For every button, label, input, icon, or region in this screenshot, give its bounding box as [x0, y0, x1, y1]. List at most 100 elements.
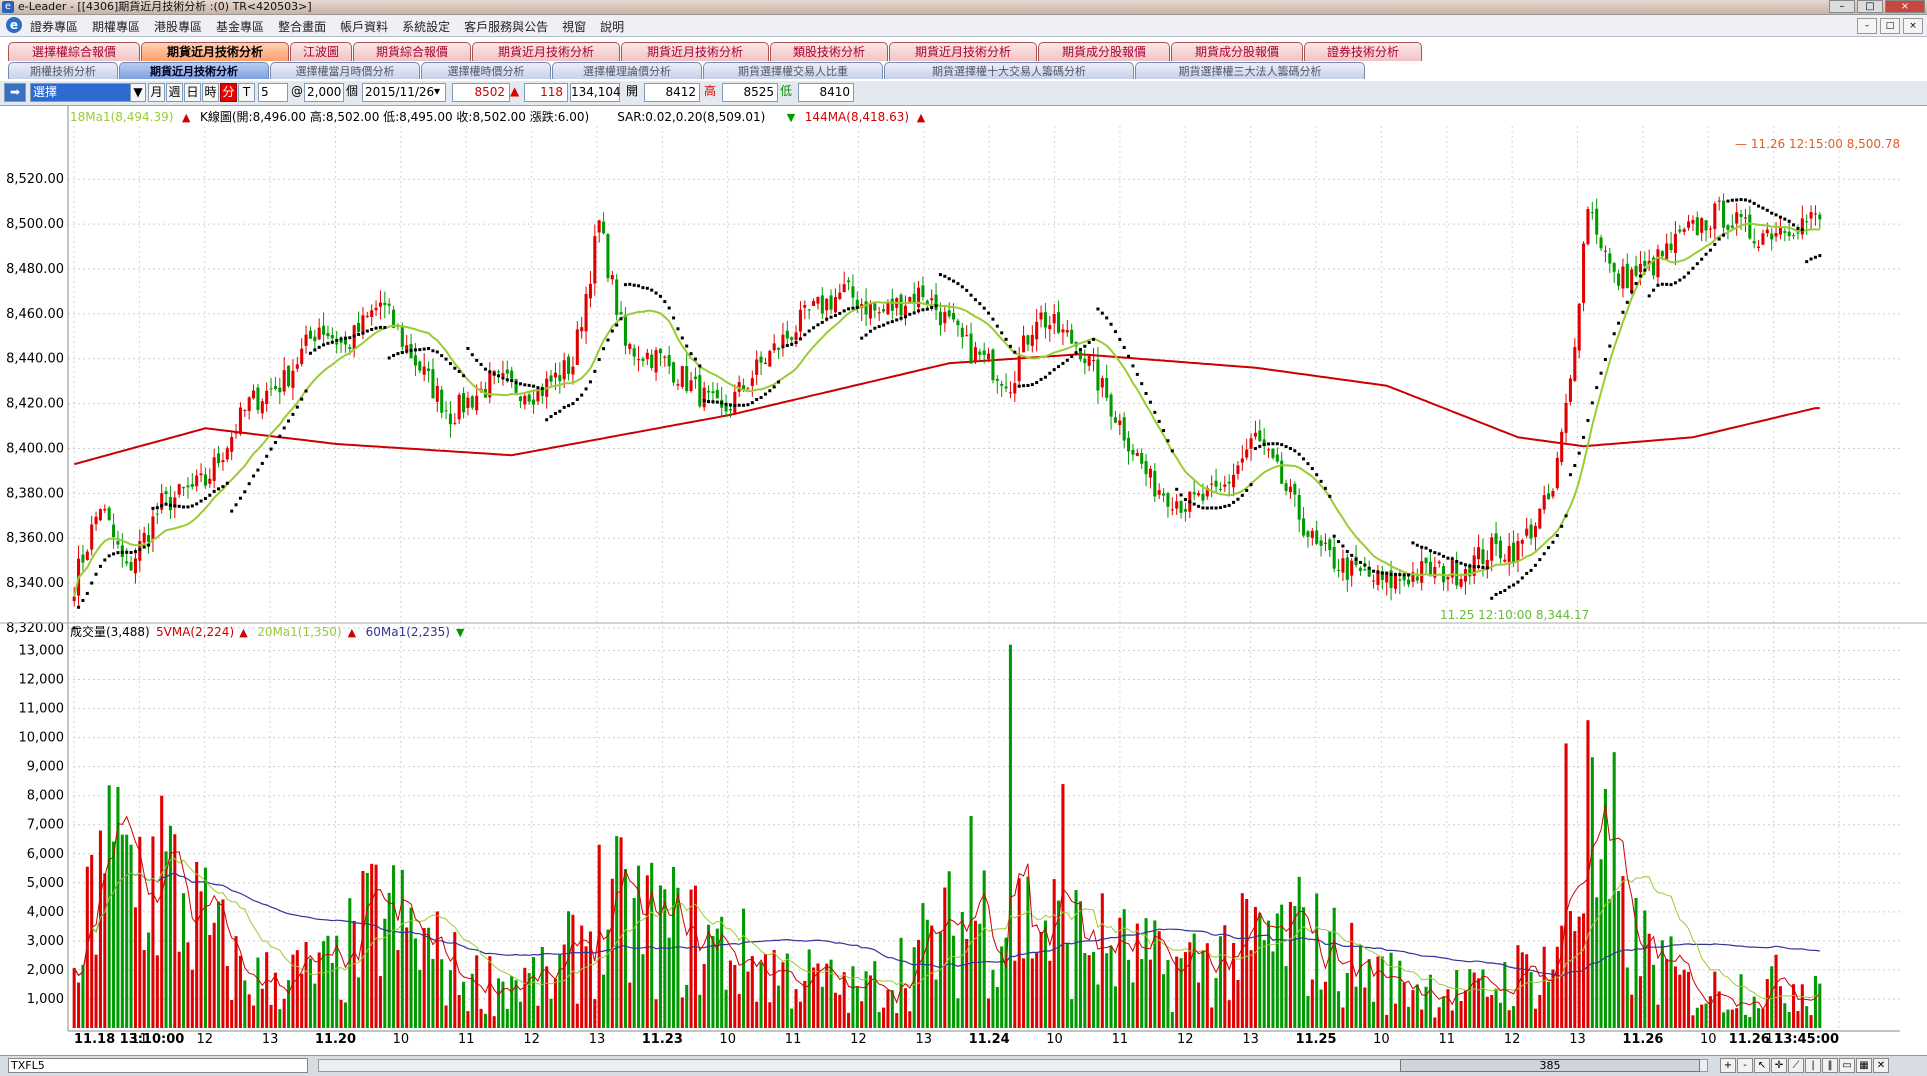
volume-bar [230, 1000, 234, 1028]
sar-dot [164, 502, 168, 506]
menu-item-help[interactable]: 說明 [600, 18, 624, 35]
mdi-restore-button[interactable]: □ [1880, 18, 1900, 34]
mdi-close-button[interactable]: × [1903, 18, 1923, 34]
delete-tool-icon[interactable]: ✕ [1873, 1058, 1889, 1073]
tab-components-quotes-2[interactable]: 期貨成分股報價 [1171, 42, 1303, 61]
chevron-down-icon[interactable]: ▼ [130, 83, 146, 102]
candle-body [698, 375, 702, 407]
menu-item-service[interactable]: 客戶服務與公告 [464, 18, 548, 35]
date-dropdown-icon[interactable]: ▾ [434, 83, 444, 102]
volume-bar [584, 946, 588, 1028]
tab-futures-tech-active[interactable]: 期貨近月技術分析 [141, 42, 289, 61]
technical-chart[interactable]: 8,520.00 8,500.00 8,480.00 8,460.00 8,440.00… [0, 106, 1927, 1047]
close-button[interactable]: × [1885, 0, 1925, 13]
volume-bar [1293, 906, 1297, 1028]
candle-body [820, 295, 824, 314]
volume-bar [1805, 1006, 1809, 1028]
volume-bar [1603, 788, 1607, 1028]
volume-bar [1796, 1011, 1800, 1028]
tab-options-theory[interactable]: 選擇權理論價分析 [552, 62, 702, 79]
symbol-tab[interactable]: TXFL5 [8, 1058, 308, 1073]
symbol-select[interactable]: 選擇 [30, 83, 146, 102]
cursor-tool-icon[interactable]: ↖ [1754, 1058, 1770, 1073]
volume-bar [838, 994, 842, 1028]
tab-options-quotes[interactable]: 選擇權綜合報價 [8, 42, 140, 61]
period-tick[interactable]: T [238, 83, 255, 102]
sar-dot [287, 419, 291, 423]
tab-options-time-analysis[interactable]: 選擇權時價分析 [421, 62, 551, 79]
tab-trader-ratio[interactable]: 期貨選擇權交易人比重 [703, 62, 883, 79]
volume-bar [1179, 958, 1183, 1028]
volume-bar [418, 969, 422, 1028]
tab-options-tech[interactable]: 期權技術分析 [8, 62, 118, 79]
candle-body [1564, 402, 1568, 433]
zoom-in-button[interactable]: + [1720, 1058, 1736, 1073]
menu-item-integrated-view[interactable]: 整合畫面 [278, 18, 326, 35]
sar-dot [1017, 384, 1021, 388]
menu-item-window[interactable]: 視窗 [562, 18, 586, 35]
volume-bar [523, 967, 527, 1028]
trendline-tool-icon[interactable]: ⟋ [1788, 1058, 1804, 1073]
period-month[interactable]: 月 [148, 83, 165, 102]
rect-tool-icon[interactable]: ▭ [1839, 1058, 1855, 1073]
menu-item-securities[interactable]: 證券專區 [30, 18, 78, 35]
period-hour[interactable]: 時 [202, 83, 219, 102]
candle-body [453, 422, 457, 424]
menu-item-hk-stocks[interactable]: 港股專區 [154, 18, 202, 35]
count-input[interactable]: 2,000 [304, 83, 344, 102]
volume-bar [562, 944, 566, 1028]
volume-bar [1717, 991, 1721, 1028]
menu-item-futures-options[interactable]: 期權專區 [92, 18, 140, 35]
chart-area[interactable]: 8,520.00 8,500.00 8,480.00 8,460.00 8,440.00… [0, 106, 1927, 1047]
zoom-out-button[interactable]: - [1737, 1058, 1753, 1073]
menu-item-funds[interactable]: 基金專區 [216, 18, 264, 35]
sar-dot [1354, 557, 1358, 561]
grid-tool-icon[interactable]: ▦ [1856, 1058, 1872, 1073]
tab-institutional[interactable]: 期貨選擇權三大法人籌碼分析 [1135, 62, 1365, 79]
arrow-right-icon[interactable]: ➡ [4, 83, 26, 102]
candle-body [549, 375, 553, 382]
tab-futures-tech-4[interactable]: 期貨近月技術分析 [889, 42, 1037, 61]
volume-bar [1372, 1001, 1376, 1028]
volume-legend: 成交量(3,488) 5VMA(2,224) ▲ 20Ma1(1,350) ▲ 60Ma1… [70, 624, 465, 639]
mdi-minimize-button[interactable]: – [1857, 18, 1877, 34]
volume-bar [930, 925, 934, 1028]
tab-futures-tech-secondary[interactable]: 期貨近月技術分析 [119, 62, 269, 79]
tab-securities-tech[interactable]: 證券技術分析 [1304, 42, 1422, 61]
tab-futures-tech-2[interactable]: 期貨近月技術分析 [472, 42, 620, 61]
volume-bar [737, 994, 741, 1028]
period-day[interactable]: 日 [184, 83, 201, 102]
period-week[interactable]: 週 [166, 83, 183, 102]
tab-top10-traders[interactable]: 期貨選擇權十大交易人籌碼分析 [884, 62, 1134, 79]
tab-sector-tech[interactable]: 類股技術分析 [770, 42, 888, 61]
candle-body [523, 395, 527, 405]
candle-body [1245, 449, 1249, 458]
volume-bar [1735, 1008, 1739, 1028]
period-minute[interactable]: 分 [220, 83, 237, 102]
tab-options-timeprice[interactable]: 選擇權當月時價分析 [270, 62, 420, 79]
sar-dot [1153, 410, 1157, 414]
tab-jiangbo[interactable]: 江波圖 [290, 42, 352, 61]
volume-bar [593, 999, 597, 1028]
sar-dot [1735, 198, 1739, 202]
sar-dot [243, 490, 247, 494]
sar-dot [1700, 257, 1704, 261]
scrollbar-thumb[interactable]: 385 [1400, 1059, 1700, 1072]
candle-body [1035, 321, 1039, 340]
channel-tool-icon[interactable]: ‖ [1822, 1058, 1838, 1073]
menu-item-account[interactable]: 帳戶資料 [340, 18, 388, 35]
tab-components-quotes[interactable]: 期貨成分股報價 [1038, 42, 1170, 61]
time-tick-label: 13 [262, 1032, 279, 1044]
maximize-button[interactable]: □ [1857, 0, 1883, 13]
vline-tool-icon[interactable]: | [1805, 1058, 1821, 1073]
tab-futures-quotes[interactable]: 期貨綜合報價 [353, 42, 471, 61]
sar-dot [597, 358, 601, 362]
minimize-button[interactable]: – [1829, 0, 1855, 13]
tab-futures-tech-3[interactable]: 期貨近月技術分析 [621, 42, 769, 61]
sar-dot [829, 315, 833, 319]
interval-input[interactable]: 5 [258, 83, 288, 102]
crosshair-tool-icon[interactable]: ✛ [1771, 1058, 1787, 1073]
volume-bar [693, 885, 697, 1028]
sar-dot [532, 384, 536, 388]
menu-item-settings[interactable]: 系統設定 [402, 18, 450, 35]
